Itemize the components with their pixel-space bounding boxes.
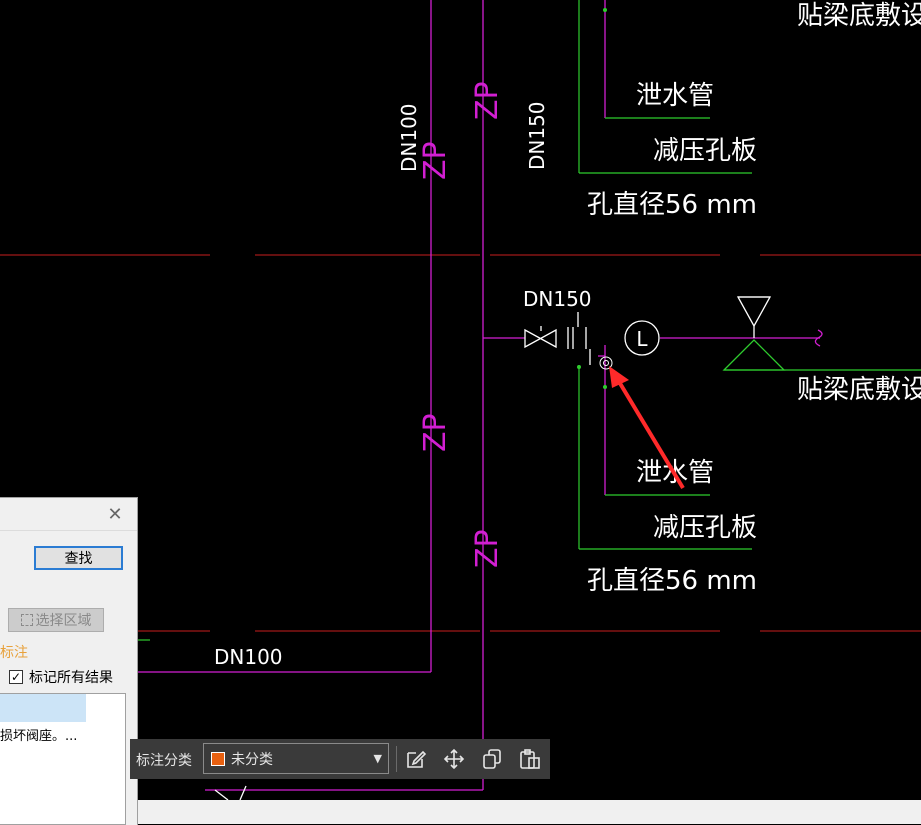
list-item-text: 损坏阀座。... — [0, 729, 78, 744]
find-dialog: ✕ 查找 选择区域 标注 ✓ 标记所有结果 损坏阀座。... — [0, 497, 138, 825]
category-color-swatch — [211, 751, 225, 766]
checkbox-checked-icon[interactable]: ✓ — [9, 670, 23, 684]
flow-switch-label: L — [636, 327, 648, 351]
top-right-note: 贴梁底敷设 — [797, 1, 921, 31]
select-area-button[interactable]: 选择区域 — [8, 608, 104, 632]
paste-icon[interactable] — [518, 747, 542, 771]
dn150-label-horizontal: DN150 — [523, 287, 592, 311]
alarm-symbol[interactable] — [722, 296, 786, 371]
list-item-selected[interactable] — [0, 694, 86, 722]
hole-diameter-label-2: 孔直径56 mm — [587, 566, 757, 596]
orifice-plate-label-2: 减压孔板 — [653, 513, 757, 543]
cad-canvas[interactable]: L 贴梁底敷设 泄水管 减压孔板 孔直径56 mm DN150 贴梁底敷设 泄水… — [0, 0, 921, 824]
close-icon[interactable]: ✕ — [106, 506, 124, 524]
leader-lines — [138, 0, 921, 641]
drain-pipe-label: 泄水管 — [636, 81, 714, 111]
copy-icon[interactable] — [480, 747, 504, 771]
find-button-label: 查找 — [64, 551, 93, 567]
zp-label-1: ZP — [418, 141, 453, 180]
zp-label-2: ZP — [470, 81, 505, 120]
status-strip — [138, 800, 921, 824]
toolbar-divider — [396, 746, 397, 772]
orifice-plate-label: 减压孔板 — [653, 136, 757, 166]
mark-all-results-label: 标记所有结果 — [29, 670, 113, 686]
mid-right-note: 贴梁底敷设 — [797, 375, 921, 405]
edit-icon[interactable] — [404, 747, 428, 771]
zp-label-3: ZP — [418, 413, 453, 452]
dn100-label-horizontal: DN100 — [214, 645, 283, 669]
find-button[interactable]: 查找 — [34, 546, 123, 570]
list-item[interactable]: 损坏阀座。... — [0, 726, 124, 748]
annotation-toolbar: 标注分类 未分类 ▼ — [130, 739, 550, 779]
select-area-label: 选择区域 — [35, 613, 92, 629]
select-area-icon — [20, 614, 33, 626]
chevron-down-icon: ▼ — [373, 752, 382, 765]
annotation-category-label: 标注分类 — [136, 753, 192, 769]
gate-valve[interactable] — [524, 312, 591, 365]
hole-diameter-label: 孔直径56 mm — [587, 190, 757, 220]
axis-lines — [0, 254, 921, 632]
dn150-label-vertical: DN150 — [525, 101, 549, 170]
category-select[interactable]: 未分类 ▼ — [203, 743, 389, 774]
results-list[interactable]: 损坏阀座。... — [0, 693, 126, 825]
zp-label-4: ZP — [470, 529, 505, 568]
flow-switch[interactable]: L — [624, 320, 660, 356]
category-value: 未分类 — [231, 751, 273, 768]
bottom-partial-symbol — [214, 785, 247, 801]
mark-all-results-checkbox[interactable]: ✓ 标记所有结果 — [9, 667, 113, 687]
dialog-divider — [0, 530, 137, 531]
annotation-label: 标注 — [0, 645, 28, 661]
move-icon[interactable] — [442, 747, 466, 771]
